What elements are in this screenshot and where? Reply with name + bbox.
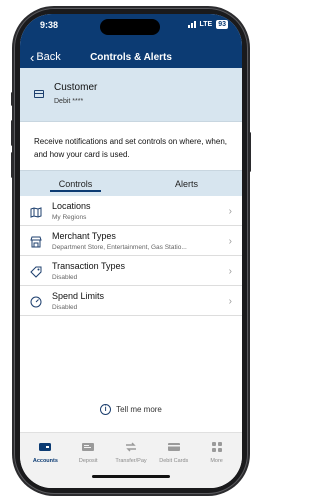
control-item-locations[interactable]: Locations My Regions ›	[20, 196, 242, 226]
tab-controls[interactable]: Controls	[20, 171, 131, 196]
chevron-left-icon: ‹	[30, 49, 35, 65]
control-item-title: Locations	[52, 201, 91, 211]
status-icons: LTE 93	[187, 20, 228, 29]
tab-alerts[interactable]: Alerts	[131, 171, 242, 196]
tabbar-label: Debit Cards	[159, 458, 189, 464]
control-item-title: Spend Limits	[52, 291, 105, 301]
accounts-icon	[24, 441, 67, 453]
tab-bar: Controls Alerts	[20, 170, 242, 196]
tabbar-label: Transfer/Pay	[115, 458, 147, 464]
tabbar-transfer-pay[interactable]: Transfer/Pay	[110, 433, 153, 488]
mute-switch	[11, 92, 14, 106]
transfer-icon	[110, 441, 153, 453]
chevron-right-icon: ›	[228, 206, 232, 217]
chevron-right-icon: ›	[228, 296, 232, 307]
volume-down-button	[11, 152, 14, 178]
customer-card-header: Customer Debit ****	[20, 68, 242, 122]
battery-icon: 93	[216, 20, 228, 29]
chevron-right-icon: ›	[228, 236, 232, 247]
power-button	[248, 132, 251, 172]
card-number: Debit ****	[54, 98, 84, 105]
debit-card-icon	[152, 441, 195, 453]
back-button[interactable]: ‹ Back	[30, 50, 61, 65]
control-item-subtitle: Disabled	[52, 304, 78, 311]
deposit-icon	[67, 441, 110, 453]
card-icon	[34, 90, 44, 98]
dynamic-island	[100, 19, 160, 35]
bottom-tab-bar: Accounts Deposit Transfer/Pay Debit Card…	[20, 432, 242, 488]
volume-up-button	[11, 120, 14, 146]
chevron-right-icon: ›	[228, 266, 232, 277]
signal-icon	[187, 21, 196, 28]
tag-icon	[30, 266, 42, 278]
gauge-icon	[30, 296, 42, 308]
tell-me-more-label: Tell me more	[116, 405, 162, 414]
app-screen: 9:38 LTE 93 ‹ Back Controls & Alerts Cus…	[20, 14, 242, 488]
status-time: 9:38	[40, 20, 59, 30]
control-item-title: Merchant Types	[52, 231, 116, 241]
back-label: Back	[36, 51, 61, 63]
tabbar-label: Deposit	[78, 458, 98, 464]
info-icon: i	[100, 404, 112, 415]
home-indicator[interactable]	[92, 475, 170, 478]
control-item-subtitle: My Regions	[52, 214, 87, 221]
control-item-merchant-types[interactable]: Merchant Types Department Store, Enterta…	[20, 226, 242, 256]
storefront-icon	[30, 236, 42, 248]
description-text: Receive notifications and set controls o…	[34, 137, 227, 159]
tabbar-label: More	[210, 458, 223, 464]
tabbar-label: Accounts	[32, 458, 58, 464]
tabbar-debit-cards[interactable]: Debit Cards	[152, 433, 195, 488]
control-item-spend-limits[interactable]: Spend Limits Disabled ›	[20, 286, 242, 316]
header: 9:38 LTE 93 ‹ Back Controls & Alerts	[20, 14, 242, 68]
network-type: LTE	[199, 21, 213, 28]
control-item-transaction-types[interactable]: Transaction Types Disabled ›	[20, 256, 242, 286]
tabbar-deposit[interactable]: Deposit	[67, 433, 110, 488]
controls-list: Locations My Regions › Merchant Types De…	[20, 196, 242, 316]
map-icon	[30, 207, 42, 218]
control-item-title: Transaction Types	[52, 261, 126, 271]
tell-me-more-link[interactable]: i Tell me more	[20, 404, 242, 415]
status-bar: 9:38 LTE 93	[20, 19, 242, 35]
control-item-subtitle: Department Store, Entertainment, Gas Sta…	[52, 244, 187, 251]
control-item-subtitle: Disabled	[52, 274, 78, 281]
tabbar-accounts[interactable]: Accounts	[24, 433, 67, 488]
customer-name: Customer	[54, 82, 98, 93]
tabbar-more[interactable]: More	[195, 433, 238, 488]
more-icon	[195, 441, 238, 453]
